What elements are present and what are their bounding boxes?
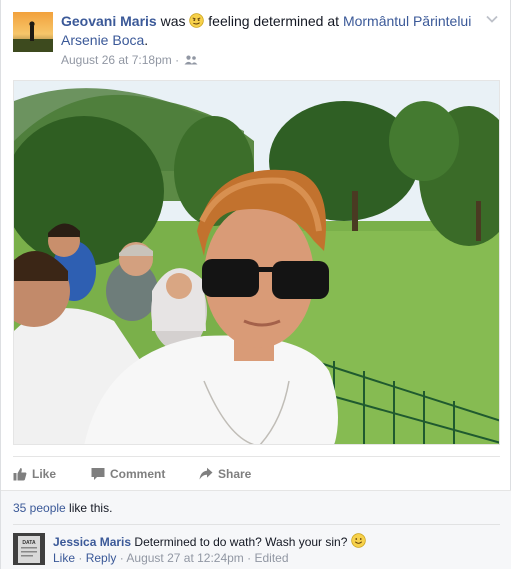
- likes-count-link[interactable]: 35 people: [13, 501, 66, 515]
- friends-icon[interactable]: [184, 55, 198, 65]
- comment-author[interactable]: Jessica Maris: [53, 535, 131, 549]
- thumbs-up-icon: [13, 468, 27, 481]
- feedback-divider: [13, 524, 500, 525]
- post-actions: Like Comment Share: [13, 456, 500, 490]
- like-button[interactable]: Like: [13, 457, 73, 491]
- comment-dot-3: ·: [243, 551, 255, 565]
- headline-period: .: [144, 32, 149, 48]
- selfie-image: [14, 81, 499, 444]
- author-name[interactable]: Geovani Maris: [61, 13, 157, 29]
- comment-button[interactable]: Comment: [91, 457, 181, 491]
- commenter-avatar[interactable]: DATA: [13, 533, 45, 565]
- avatar-logo-text: DATA: [22, 540, 36, 546]
- like-label: Like: [32, 467, 57, 481]
- share-icon: [199, 467, 213, 480]
- comment-item: DATA Jessica Maris Determined to do wath…: [13, 531, 500, 567]
- comment-edited[interactable]: Edited: [254, 551, 288, 565]
- comment-label: Comment: [110, 467, 166, 481]
- likes-suffix: like this.: [65, 501, 113, 515]
- post-meta: August 26 at 7:18pm ·: [61, 53, 198, 67]
- post-headline: Geovani Maris was feeling determined at …: [61, 12, 481, 50]
- comment-dot-1: ·: [75, 551, 86, 565]
- comment-body: Jessica Maris Determined to do wath? Was…: [53, 533, 498, 550]
- determined-emoji-icon: [189, 13, 205, 28]
- comment-like-link[interactable]: Like: [53, 551, 75, 565]
- comment-reply-link[interactable]: Reply: [86, 551, 117, 565]
- feeling-text: feeling determined at: [208, 13, 340, 29]
- share-button[interactable]: Share: [199, 457, 269, 491]
- comment-icon: [91, 468, 105, 480]
- chevron-down-icon[interactable]: [485, 14, 499, 24]
- comment-text: Determined to do wath? Wash your sin?: [134, 535, 348, 549]
- comment-timestamp[interactable]: August 27 at 12:24pm: [126, 551, 243, 565]
- comment-dot-2: ·: [116, 551, 127, 565]
- author-avatar[interactable]: [13, 12, 53, 52]
- was-text: was: [160, 13, 186, 29]
- smile-emoji-icon: [351, 533, 366, 548]
- feedback-section: 35 people like this. DATA Jessica Maris …: [1, 490, 511, 569]
- post-timestamp[interactable]: August 26 at 7:18pm: [61, 53, 172, 67]
- share-label: Share: [218, 467, 252, 481]
- feed-post: Geovani Maris was feeling determined at …: [0, 0, 511, 569]
- post-header: Geovani Maris was feeling determined at …: [13, 12, 501, 70]
- meta-separator: ·: [175, 53, 180, 67]
- likes-summary: 35 people like this.: [13, 501, 112, 515]
- post-photo[interactable]: [13, 80, 500, 445]
- comment-meta: Like · Reply · August 27 at 12:24pm · Ed…: [53, 551, 289, 565]
